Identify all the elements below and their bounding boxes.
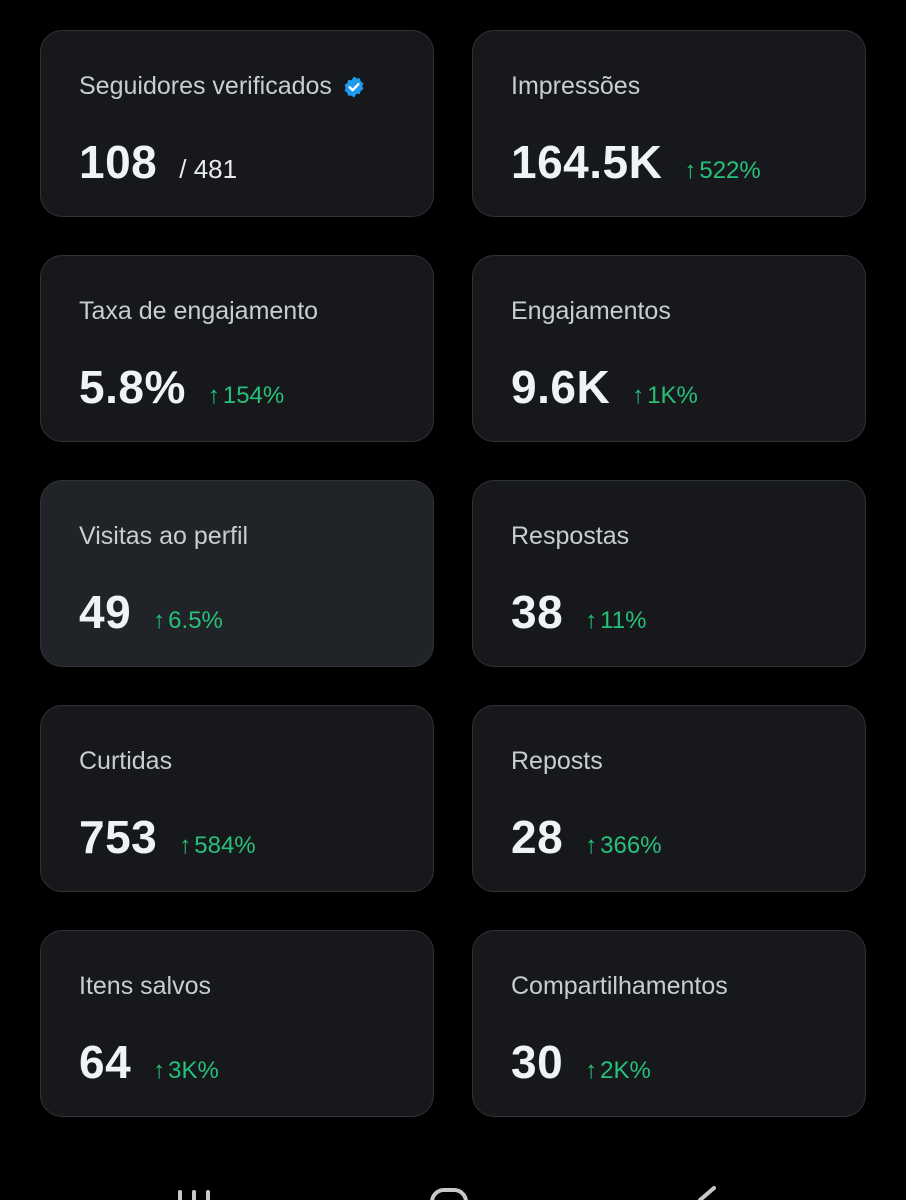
card-label: Compartilhamentos	[511, 972, 728, 1000]
card-change-value: 3K%	[168, 1057, 219, 1084]
card-value: 753	[79, 811, 158, 863]
card-value: 30	[511, 1036, 564, 1088]
system-navigation-bar	[0, 1176, 906, 1200]
card-label: Reposts	[511, 747, 603, 775]
card-value: 5.8%	[79, 361, 186, 413]
card-change: ↑ 584%	[179, 832, 255, 860]
card-change-value: 154%	[222, 382, 285, 409]
card-label: Visitas ao perfil	[79, 522, 249, 550]
card-replies[interactable]: Respostas 38 ↑ 11%	[472, 480, 866, 667]
card-value: 64	[79, 1036, 132, 1088]
card-label: Impressões	[511, 72, 641, 100]
arrow-up-icon: ↑	[179, 832, 192, 859]
card-value-row: 30 ↑ 2K%	[511, 1035, 651, 1089]
card-label-row: Seguidores verificados	[79, 72, 366, 101]
recent-apps-icon[interactable]	[176, 1190, 212, 1200]
card-change-value: 522%	[699, 157, 761, 184]
arrow-up-icon: ↑	[207, 382, 220, 409]
arrow-up-icon: ↑	[684, 157, 697, 184]
card-change: ↑ 6.5%	[153, 607, 223, 635]
card-change-value: 6.5%	[168, 607, 223, 634]
card-change: ↑ 154%	[208, 382, 284, 410]
verified-badge-icon	[344, 76, 364, 97]
card-value-row: 38 ↑ 11%	[511, 585, 646, 639]
card-reposts[interactable]: Reposts 28 ↑ 366%	[472, 705, 866, 892]
arrow-up-icon: ↑	[585, 1057, 598, 1084]
card-change-value: 11%	[600, 607, 647, 634]
card-value: 164.5K	[511, 136, 663, 188]
card-label: Taxa de engajamento	[79, 297, 319, 325]
card-change: ↑ 1K%	[632, 382, 698, 410]
card-value: 49	[79, 586, 132, 638]
card-change: ↑ 11%	[585, 607, 646, 635]
card-change: ↑ 3K%	[153, 1057, 219, 1085]
card-value: 28	[511, 811, 564, 863]
card-value: 38	[511, 586, 564, 638]
card-value-row: 164.5K ↑ 522%	[511, 135, 761, 189]
card-value-row: 753 ↑ 584%	[79, 810, 256, 864]
back-icon[interactable]	[694, 1186, 720, 1200]
card-label: Engajamentos	[511, 297, 671, 325]
card-verified-followers[interactable]: Seguidores verificados 108 / 481	[40, 30, 434, 217]
card-value-row: 5.8% ↑ 154%	[79, 360, 284, 414]
home-icon[interactable]	[430, 1188, 468, 1200]
card-change-value: 1K%	[647, 382, 698, 409]
arrow-up-icon: ↑	[153, 607, 166, 634]
card-change: ↑ 2K%	[585, 1057, 651, 1085]
analytics-grid: Seguidores verificados 108 / 481 Impress…	[40, 30, 866, 1117]
card-profile-visits[interactable]: Visitas ao perfil 49 ↑ 6.5%	[40, 480, 434, 667]
card-value-row: 9.6K ↑ 1K%	[511, 360, 698, 414]
arrow-up-icon: ↑	[153, 1057, 166, 1084]
card-bookmarks[interactable]: Itens salvos 64 ↑ 3K%	[40, 930, 434, 1117]
arrow-up-icon: ↑	[585, 832, 598, 859]
card-engagements[interactable]: Engajamentos 9.6K ↑ 1K%	[472, 255, 866, 442]
card-change: ↑ 522%	[684, 157, 760, 185]
card-label: Curtidas	[79, 747, 173, 775]
card-impressions[interactable]: Impressões 164.5K ↑ 522%	[472, 30, 866, 217]
card-value: 9.6K	[511, 361, 611, 413]
card-label: Itens salvos	[79, 972, 212, 1000]
arrow-up-icon: ↑	[632, 382, 645, 409]
card-value-row: 64 ↑ 3K%	[79, 1035, 219, 1089]
card-total: / 481	[179, 154, 238, 184]
arrow-up-icon: ↑	[585, 607, 598, 634]
card-label: Seguidores verificados	[79, 72, 332, 100]
card-change-value: 584%	[194, 832, 256, 859]
card-change-value: 2K%	[600, 1057, 651, 1084]
card-value-row: 49 ↑ 6.5%	[79, 585, 223, 639]
card-change: ↑ 366%	[585, 832, 661, 860]
card-value: 108	[79, 136, 158, 188]
card-change-value: 366%	[600, 832, 662, 859]
card-label: Respostas	[511, 522, 630, 550]
card-value-row: 28 ↑ 366%	[511, 810, 662, 864]
card-value-row: 108 / 481	[79, 135, 237, 189]
card-engagement-rate[interactable]: Taxa de engajamento 5.8% ↑ 154%	[40, 255, 434, 442]
card-shares[interactable]: Compartilhamentos 30 ↑ 2K%	[472, 930, 866, 1117]
card-likes[interactable]: Curtidas 753 ↑ 584%	[40, 705, 434, 892]
